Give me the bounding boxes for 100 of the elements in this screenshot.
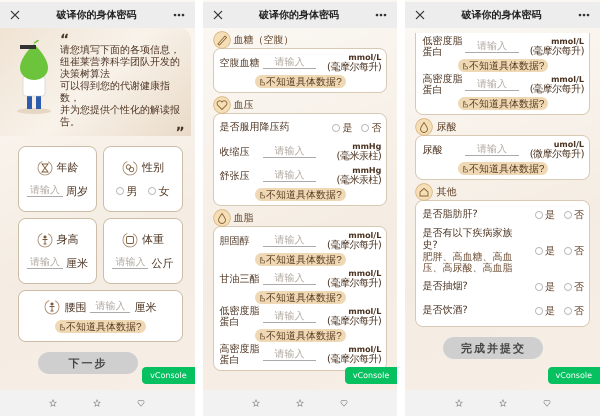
field-label: 身高 [56, 232, 79, 247]
gender-icon [122, 160, 138, 176]
submit-button[interactable]: 下一步 [38, 352, 138, 374]
star-icon[interactable] [93, 399, 102, 407]
input-field[interactable]: 请输入 [465, 79, 519, 91]
input-field[interactable]: 请输入 [90, 301, 130, 313]
close-icon[interactable] [212, 10, 223, 20]
radio-button[interactable] [564, 211, 572, 219]
radio-button[interactable] [535, 211, 543, 219]
section-title: 血压 [234, 99, 254, 112]
radio-button[interactable] [116, 187, 124, 195]
more-icon[interactable] [172, 13, 185, 17]
field-label: 高密度脂蛋白 [422, 74, 462, 96]
input-field[interactable]: 请输入 [262, 57, 316, 69]
help-button[interactable]: 不知道具体数据? [255, 291, 346, 304]
drop-icon [212, 209, 231, 227]
star-icon[interactable] [498, 399, 507, 407]
input-field[interactable]: 请输入 [262, 273, 316, 285]
unit-label: umol/L [554, 140, 584, 149]
unit-note: (微摩尔每升) [530, 149, 584, 160]
help-button[interactable]: 不知道具体数据? [255, 253, 346, 266]
star-icon[interactable] [252, 399, 260, 407]
radio-label: 是 [545, 245, 555, 258]
unit-label: mmol/L [348, 231, 382, 240]
radio-label: 否 [371, 122, 382, 135]
window-title: 破译你的身体密码 [56, 8, 136, 22]
radio-button[interactable] [148, 187, 156, 195]
help-button[interactable]: 不知道具体数据? [255, 329, 346, 342]
radio-button[interactable] [564, 283, 572, 291]
radio-label: 否 [574, 305, 584, 318]
unit-label: 厘米 [134, 300, 156, 314]
input-field[interactable]: 请输入 [262, 349, 316, 361]
unit-label: 周岁 [66, 184, 88, 198]
unit-note: (毫摩尔每升) [530, 84, 584, 95]
star-icon[interactable] [296, 399, 304, 407]
window-title: 破译你的身体密码 [258, 8, 339, 22]
heart-icon[interactable] [137, 399, 146, 407]
help-button[interactable]: 不知道具体数据? [255, 75, 346, 88]
input-field[interactable]: 请输入 [262, 235, 316, 247]
unit-label: mmol/L [348, 307, 382, 316]
more-icon[interactable] [578, 13, 590, 17]
field-label: 年龄 [56, 160, 79, 175]
question-label: 是否饮酒? [422, 305, 469, 317]
input-field[interactable]: 请输入 [465, 144, 519, 156]
more-icon[interactable] [375, 13, 388, 17]
quote-mark: ” [175, 129, 185, 138]
help-button[interactable]: 不知道具体数据? [458, 59, 548, 72]
star-icon[interactable] [454, 399, 463, 407]
help-button[interactable]: 不知道具体数据? [255, 188, 346, 201]
drop-icon [415, 118, 434, 136]
input-field[interactable]: 请输入 [465, 41, 519, 53]
input-field[interactable]: 请输入 [27, 185, 64, 197]
radio-button[interactable] [535, 283, 543, 291]
star-icon[interactable] [49, 399, 58, 407]
radio-button[interactable] [361, 124, 370, 132]
unit-note: (毫米汞柱) [336, 175, 382, 186]
section-title: 血糖（空腹） [234, 34, 294, 47]
radio-button[interactable] [535, 247, 543, 255]
input-field[interactable]: 请输入 [262, 311, 316, 323]
scale-icon [122, 232, 138, 248]
heart-icon[interactable] [542, 399, 551, 407]
question-label: 是否脂肪肝? [422, 209, 479, 221]
radio-button[interactable] [535, 307, 543, 315]
intro-text: 请您填写下面的各项信息， [60, 45, 181, 56]
input-field[interactable]: 请输入 [112, 257, 148, 269]
person-icon [44, 299, 60, 315]
intro-text: 可以得到您的代谢健康指数， [60, 81, 171, 104]
radio-label: 是 [545, 305, 555, 318]
radio-label: 是 [545, 281, 555, 294]
close-icon[interactable] [415, 10, 426, 20]
help-button[interactable]: 不知道具体数据? [458, 97, 548, 110]
input-field[interactable]: 请输入 [27, 257, 64, 269]
unit-label: mmHg [352, 166, 382, 175]
radio-label: 否 [574, 281, 584, 294]
unit-note: (毫摩尔每升) [327, 62, 382, 73]
submit-button[interactable]: 完成并提交 [443, 337, 544, 359]
radio-label: 男 [126, 184, 138, 198]
field-label: 胆固醇 [220, 236, 251, 246]
input-field[interactable]: 请输入 [262, 170, 316, 182]
unit-label: mmHg [352, 142, 382, 151]
heart-icon[interactable] [340, 399, 348, 407]
question-label: 是否抽烟? [422, 281, 469, 293]
field-label: 腰围 [64, 300, 86, 314]
radio-button[interactable] [332, 124, 340, 132]
field-label: 低密度脂蛋白 [422, 36, 462, 58]
intro-text: 纽崔莱营养科学团队开发的决策树算法 [60, 57, 181, 80]
unit-note: (毫摩尔每升) [327, 316, 382, 327]
help-button[interactable]: 不知道具体数据? [458, 162, 548, 175]
close-icon[interactable] [10, 10, 20, 20]
input-field[interactable]: 请输入 [262, 146, 316, 158]
section-title: 其他 [436, 186, 456, 199]
help-button[interactable]: 不知道具体数据? [55, 320, 146, 333]
section-title: 血脂 [234, 212, 254, 225]
field-label: 甘油三酯 [220, 274, 260, 284]
radio-button[interactable] [564, 307, 572, 315]
unit-note: (毫摩尔每升) [530, 46, 584, 57]
radio-button[interactable] [564, 247, 572, 255]
unit-label: mmol/L [348, 345, 382, 354]
hourglass-icon [36, 160, 53, 176]
unit-note: (毫摩尔每升) [327, 240, 382, 251]
